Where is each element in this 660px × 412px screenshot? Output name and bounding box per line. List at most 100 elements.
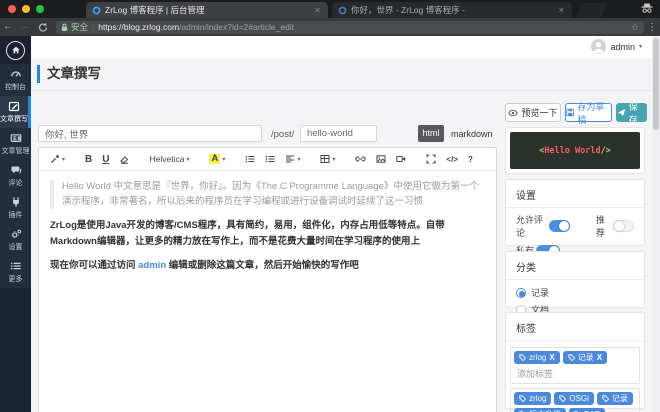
newspaper-icon — [10, 134, 21, 142]
save-draft-button[interactable]: 存为草稿 — [565, 102, 612, 125]
paragraph-align-button[interactable]: ▾ — [282, 153, 303, 165]
sidebar-item-comments[interactable]: 评论 — [0, 160, 31, 192]
minimize-window-button[interactable] — [22, 5, 30, 13]
category-option-record[interactable]: 记录 — [516, 286, 634, 299]
codeview-button[interactable]: </> — [443, 154, 461, 165]
available-tag-chip[interactable]: OSGi — [554, 392, 594, 405]
scrollbar-thumb[interactable] — [653, 38, 659, 130]
table-button[interactable]: ▾ — [317, 153, 338, 165]
sidebar-menu: 控制台 文章撰写 文章管理 评论 插件 设置 更多 — [0, 64, 31, 288]
toggle-switch[interactable] — [613, 220, 634, 232]
slug-prefix-label: /post/ — [271, 129, 295, 140]
article-slug-input[interactable] — [300, 125, 377, 142]
available-tag-chip[interactable]: 版本升级 — [514, 408, 566, 412]
selected-tags-box[interactable]: zrlog X 记录 X 添加标签 — [510, 347, 640, 384]
magic-style-button[interactable]: ▾ — [47, 153, 68, 165]
editor-blockquote: Hello World 中文意思是『世界，你好』。因为《The C Progra… — [50, 180, 485, 210]
clear-format-button[interactable] — [116, 153, 132, 165]
user-menu[interactable]: admin ▾ — [591, 39, 642, 54]
window-controls[interactable] — [8, 5, 44, 13]
video-button[interactable] — [393, 153, 409, 165]
gauge-icon — [10, 71, 21, 77]
available-tag-chip[interactable]: BAE — [569, 408, 606, 412]
comments-icon — [11, 166, 21, 174]
available-tag-chip[interactable]: 记录 — [596, 392, 633, 405]
editor-content[interactable]: Hello World 中文意思是『世界，你好』。因为《The C Progra… — [39, 171, 496, 289]
sidebar-item-write-article[interactable]: 文章撰写 — [0, 96, 31, 128]
chevron-down-icon: ▾ — [638, 44, 642, 50]
picture-button[interactable] — [373, 153, 389, 165]
article-editor[interactable]: ▾ B U Helvetica ▾ A ▾ ▾ ▾ </> ? Hello Wo… — [38, 147, 497, 412]
selected-tag-chip[interactable]: zrlog X — [514, 351, 560, 364]
new-tab-button[interactable] — [575, 3, 607, 18]
sidebar-item-more[interactable]: 更多 — [0, 256, 31, 288]
admin-sidebar: 控制台 文章撰写 文章管理 评论 插件 设置 更多 — [0, 36, 31, 412]
page-scrollbar[interactable] — [652, 36, 660, 412]
toggle-allow-comments[interactable]: 允许评论 — [516, 213, 570, 239]
tag-icon — [519, 354, 526, 361]
gears-icon — [11, 229, 21, 238]
link-button[interactable] — [352, 153, 369, 165]
toggle-recommend[interactable]: 推荐 — [596, 213, 634, 239]
back-icon[interactable]: ← — [0, 18, 16, 36]
browser-menu-icon[interactable]: ⋮ — [644, 22, 660, 33]
sidebar-item-dashboard[interactable]: 控制台 — [0, 64, 31, 96]
remove-tag-icon[interactable]: X — [549, 353, 554, 362]
mode-markdown-button[interactable]: markdown — [451, 129, 493, 139]
plug-icon — [12, 197, 19, 207]
zoom-window-button[interactable] — [36, 5, 44, 13]
help-button[interactable]: ? — [465, 154, 476, 165]
bold-button[interactable]: B — [82, 153, 95, 166]
font-color-button[interactable]: A ▾ — [206, 153, 228, 165]
fullscreen-button[interactable] — [423, 153, 439, 165]
paper-plane-icon — [617, 108, 626, 117]
sidebar-logo[interactable] — [0, 36, 31, 64]
font-family-dropdown[interactable]: Helvetica ▾ — [146, 153, 192, 165]
admin-top-bar: admin ▾ — [31, 36, 652, 58]
settings-panel: 设置 允许评论 推荐 私有 — [505, 179, 645, 257]
link-icon — [355, 156, 367, 162]
admin-link[interactable]: admin — [138, 260, 166, 271]
underline-button[interactable]: U — [99, 153, 112, 166]
picture-icon — [376, 155, 386, 163]
add-tag-placeholder[interactable]: 添加标签 — [517, 367, 553, 380]
thumbnail-panel[interactable]: < Hello World/> — [505, 127, 645, 174]
magic-wand-icon — [50, 155, 59, 164]
url-path: /admin/index?id=2#article_edit — [179, 22, 295, 32]
avatar — [591, 39, 607, 54]
list-ol-icon — [266, 155, 275, 163]
tab-close-icon[interactable]: × — [557, 5, 566, 15]
tab-close-icon[interactable]: × — [313, 5, 322, 15]
secure-badge[interactable]: 安全 — [61, 21, 88, 33]
table-icon — [320, 155, 330, 163]
tags-title: 标签 — [506, 313, 644, 341]
sidebar-item-manage-articles[interactable]: 文章管理 — [0, 128, 31, 160]
tab-title: ZrLog 博客程序 | 后台管理 — [105, 5, 205, 15]
bookmark-star-icon[interactable]: ☆ — [631, 22, 639, 33]
video-icon — [396, 156, 406, 162]
save-button[interactable]: 保存 — [616, 102, 647, 125]
selected-tag-chip[interactable]: 记录 X — [562, 351, 608, 364]
toggle-switch[interactable] — [549, 220, 570, 232]
reload-icon[interactable] — [35, 22, 51, 33]
available-tag-chip[interactable]: zrlog — [514, 392, 552, 405]
tab-title: 你好，世界 - ZrLog 博客程序 - — [351, 5, 465, 15]
mode-html-button[interactable]: html — [418, 125, 444, 142]
article-title-input[interactable] — [38, 125, 262, 142]
radio-selected-icon[interactable] — [516, 287, 526, 298]
unordered-list-button[interactable] — [242, 153, 258, 165]
tab-admin[interactable]: ZrLog 博客程序 | 后台管理 × — [86, 2, 328, 18]
url-input[interactable]: 安全 | https://blog.zrlog.com/admin/index?… — [56, 20, 645, 34]
forward-icon[interactable]: → — [16, 18, 32, 36]
sidebar-item-settings[interactable]: 设置 — [0, 224, 31, 256]
tab-article[interactable]: 你好，世界 - ZrLog 博客程序 - × — [332, 2, 572, 18]
preview-button[interactable]: 预览一下 — [505, 103, 561, 122]
sidebar-item-plugins[interactable]: 插件 — [0, 192, 31, 224]
close-window-button[interactable] — [8, 5, 16, 13]
tag-icon — [559, 395, 567, 402]
page-header: 文章撰写 — [31, 58, 652, 91]
user-name: admin — [610, 41, 635, 52]
category-title: 分类 — [506, 252, 644, 280]
ordered-list-button[interactable] — [262, 153, 278, 165]
remove-tag-icon[interactable]: X — [597, 353, 602, 362]
